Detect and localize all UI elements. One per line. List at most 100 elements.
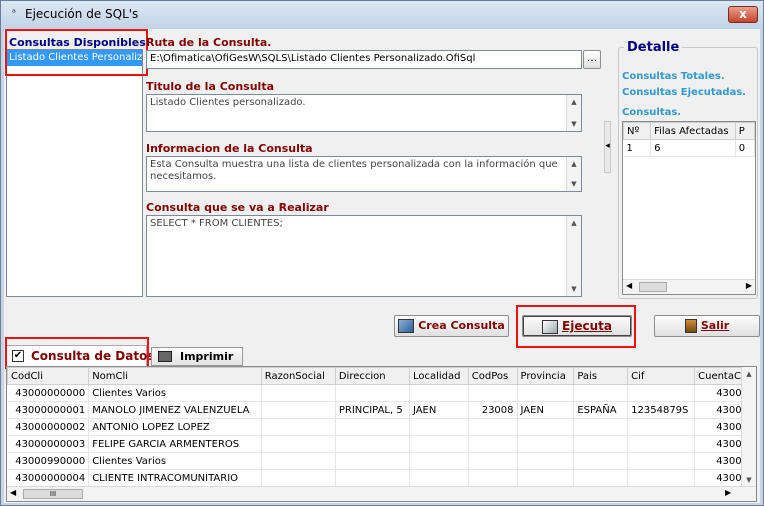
consulta-input[interactable]: SELECT * FROM CLIENTES; ▲ ▼ [146, 215, 582, 297]
scroll-up-icon[interactable]: ▲ [567, 157, 581, 171]
table-row[interactable]: 43000990000 Clientes Varios 43000 [7, 452, 752, 470]
table-cell [627, 435, 696, 453]
table-cell [335, 435, 410, 453]
datos-header-row: CodCli NomCli RazonSocial Direccion Loca… [7, 367, 752, 385]
table-row[interactable]: 43000000004 CLIENTE INTRACOMUNITARIO 43000 [7, 469, 752, 487]
scroll-down-icon[interactable]: ▼ [567, 117, 581, 131]
col-cif[interactable]: Cif [627, 367, 696, 385]
title-bar[interactable]: ᵃ Ejecución de SQL's x [1, 1, 763, 29]
table-cell: 43000000003 [7, 435, 90, 453]
scroll-thumb[interactable]: III [23, 489, 83, 499]
detalle-title: Detalle [624, 40, 683, 55]
table-cell [573, 435, 629, 453]
table-cell [468, 452, 518, 470]
window-title: Ejecución de SQL's [25, 7, 139, 21]
scroll-down-icon[interactable]: ▼ [742, 473, 756, 487]
titulo-label: Titulo de la Consulta [146, 80, 274, 93]
exit-door-icon [684, 319, 697, 333]
detalle-hscroll[interactable]: ◀ ▶ [623, 279, 755, 294]
table-cell [627, 418, 696, 436]
scroll-thumb[interactable] [639, 282, 667, 292]
detalle-cell: 1 [623, 139, 652, 157]
datos-table: CodCli NomCli RazonSocial Direccion Loca… [7, 367, 752, 487]
scroll-down-icon[interactable]: ▼ [567, 177, 581, 191]
table-row[interactable]: 43000000002 ANTONIO LOPEZ LOPEZ 43000 [7, 418, 752, 436]
scroll-down-icon[interactable]: ▼ [567, 282, 581, 296]
scroll-right-icon[interactable]: ▶ [746, 281, 752, 290]
table-cell [468, 418, 518, 436]
table-cell: 43000000000 [7, 384, 90, 402]
col-nomcli[interactable]: NomCli [88, 367, 262, 385]
table-row[interactable]: 43000000001 MANOLO JIMENEZ VALENZUELA PRIN… [7, 401, 752, 419]
table-cell [409, 418, 469, 436]
scroll-right-icon[interactable]: ▶ [725, 488, 731, 497]
detalle-col-num[interactable]: Nº [623, 122, 652, 140]
scroll-left-icon[interactable]: ◀ [10, 488, 16, 497]
ruta-input[interactable]: E:\Ofimatica\OfiGesW\SQLS\Listado Client… [146, 50, 582, 69]
col-razonsocial[interactable]: RazonSocial [260, 367, 336, 385]
datos-hscroll[interactable]: ◀ III ▶ [7, 486, 756, 501]
detalle-col-filas[interactable]: Filas Afectadas [650, 122, 736, 140]
col-pais[interactable]: Pais [573, 367, 629, 385]
table-cell [517, 418, 575, 436]
col-codcli[interactable]: CodCli [7, 367, 90, 385]
col-provincia[interactable]: Provincia [516, 367, 575, 385]
close-button[interactable]: x [728, 6, 758, 23]
info-input[interactable]: Esta Consulta muestra una lista de clien… [146, 156, 582, 192]
crea-consulta-button[interactable]: Crea Consulta [394, 315, 509, 337]
ruta-browse-button[interactable]: ... [583, 50, 601, 69]
table-cell: 23008 [468, 401, 518, 419]
detalle-consultas: Consultas. [622, 107, 682, 118]
consulta-scrollbar[interactable]: ▲ ▼ [566, 216, 581, 296]
scroll-up-icon[interactable]: ▲ [567, 95, 581, 109]
create-query-icon [398, 319, 415, 333]
datos-body: 43000000000 Clientes Varios 43000 430000000… [7, 384, 752, 487]
col-codpos[interactable]: CodPos [467, 367, 518, 385]
detalle-header-row: Nº Filas Afectadas P [623, 122, 755, 140]
titulo-input[interactable]: Listado Clientes personalizado. ▲ ▼ [146, 94, 582, 132]
info-scrollbar[interactable]: ▲ ▼ [566, 157, 581, 191]
detalle-col-p[interactable]: P [734, 122, 755, 140]
detalle-totales: Consultas Totales. [622, 71, 725, 82]
table-row[interactable]: 1 6 0 [623, 139, 755, 157]
titulo-scrollbar[interactable]: ▲ ▼ [566, 95, 581, 131]
client-area: Consultas Disponibles Listado Clientes P… [4, 29, 760, 503]
scroll-up-icon[interactable]: ▲ [742, 367, 756, 381]
table-cell [261, 435, 336, 453]
collapse-grip[interactable]: ◂ [604, 121, 611, 173]
table-cell [517, 384, 575, 402]
table-row[interactable]: 43000000000 Clientes Varios 43000 [7, 384, 752, 402]
table-cell: CLIENTE INTRACOMUNITARIO [88, 469, 262, 487]
consultas-list[interactable]: Listado Clientes Personaliza [6, 49, 143, 297]
info-value: Esta Consulta muestra una lista de clien… [150, 159, 558, 182]
table-cell: ANTONIO LOPEZ LOPEZ [88, 418, 262, 436]
table-cell [627, 469, 696, 487]
detalle-grid[interactable]: Nº Filas Afectadas P 1 6 0 ◀ ▶ [622, 121, 756, 295]
table-cell: 43000000001 [7, 401, 90, 419]
table-cell: ESPAÑA [573, 401, 629, 419]
table-cell [261, 469, 336, 487]
app-icon: ᵃ [12, 8, 16, 19]
table-cell [573, 452, 629, 470]
datos-vscroll[interactable]: ▲ ▼ [741, 367, 756, 487]
ruta-label: Ruta de la Consulta. [146, 36, 272, 49]
detalle-ejecutadas: Consultas Ejecutadas. [622, 87, 747, 98]
col-direccion[interactable]: Direccion [334, 367, 410, 385]
table-row[interactable]: 43000000003 FELIPE GARCIA ARMENTEROS 43000 [7, 435, 752, 453]
highlight-ejecuta [516, 305, 636, 348]
highlight-consultas [5, 29, 148, 76]
table-cell [573, 469, 629, 487]
scroll-up-icon[interactable]: ▲ [567, 216, 581, 230]
table-cell: JAEN [409, 401, 469, 419]
datos-grid[interactable]: CodCli NomCli RazonSocial Direccion Loca… [6, 366, 757, 502]
table-cell: 12354879S [627, 401, 696, 419]
tab-imprimir[interactable]: Imprimir [151, 347, 243, 366]
table-cell [409, 469, 469, 487]
scroll-left-icon[interactable]: ◀ [626, 281, 632, 290]
titulo-value: Listado Clientes personalizado. [150, 97, 306, 108]
col-localidad[interactable]: Localidad [408, 367, 469, 385]
table-cell [468, 435, 518, 453]
salir-button[interactable]: Salir [654, 315, 760, 337]
highlight-datos [5, 337, 149, 369]
table-cell [517, 452, 575, 470]
